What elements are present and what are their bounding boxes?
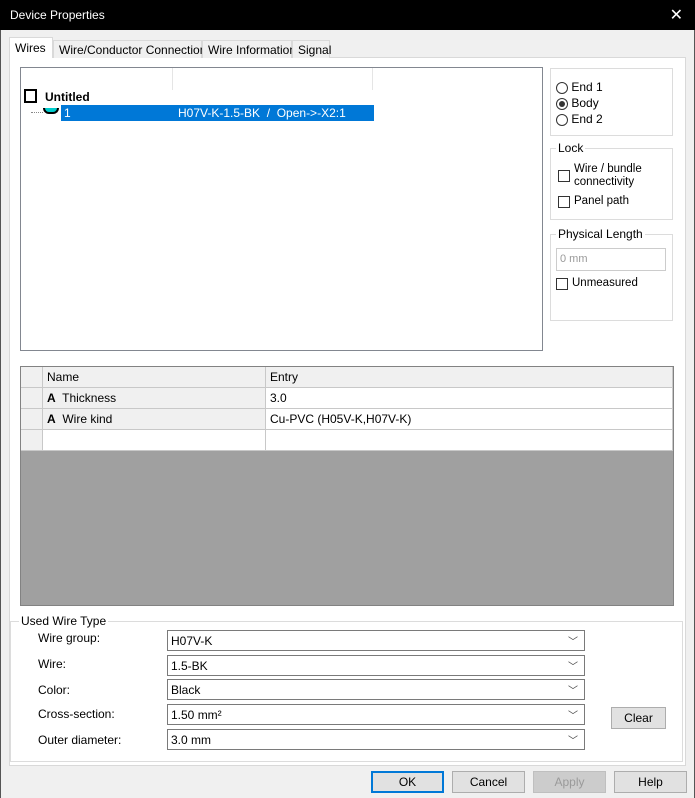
tree-row-selected[interactable]: 1 H07V-K-1.5-BK / Open->-X2:1 <box>61 105 374 121</box>
column-separator[interactable] <box>172 68 173 90</box>
cancel-button[interactable]: Cancel <box>452 771 525 793</box>
chevron-down-icon: ﹀ <box>568 736 578 747</box>
row-header[interactable] <box>21 430 43 451</box>
tree-root[interactable]: Untitled <box>45 90 90 104</box>
row-desc: H07V-K-1.5-BK / Open->-X2:1 <box>178 106 346 120</box>
length-input[interactable]: 0 mm <box>556 248 666 271</box>
grid-empty-cell[interactable] <box>266 430 673 451</box>
wire-group-select[interactable]: H07V-K ﹀ <box>167 630 585 651</box>
grid-empty-cell[interactable] <box>43 430 266 451</box>
tab-wires[interactable]: Wires <box>9 37 53 58</box>
outer-diameter-label: Outer diameter: <box>38 733 122 747</box>
radio-body[interactable]: Body <box>556 96 599 110</box>
lock-title: Lock <box>556 141 586 155</box>
unmeasured-label: Unmeasured <box>572 277 638 289</box>
row-header[interactable] <box>21 409 43 430</box>
wire-group-label: Wire group: <box>38 631 101 645</box>
panel-path-label: Panel path <box>574 195 629 207</box>
physical-length-group: Physical Length 0 mm Unmeasured <box>550 227 673 321</box>
attribute-grid[interactable]: Name Entry A Thickness 3.0 A Wire kind C… <box>20 366 674 606</box>
chevron-down-icon: ﹀ <box>568 662 578 673</box>
chevron-down-icon: ﹀ <box>568 637 578 648</box>
outer-diameter-select[interactable]: 3.0 mm ﹀ <box>167 729 585 750</box>
used-wire-type-title: Used Wire Type <box>19 614 109 628</box>
tree-line <box>31 112 43 113</box>
ok-button[interactable]: OK <box>371 771 444 793</box>
title-bar: Device Properties ✕ <box>0 0 695 30</box>
wire-tree[interactable]: Untitled 1 H07V-K-1.5-BK / Open->-X2:1 <box>20 67 543 351</box>
tab-wire-information[interactable]: Wire Information <box>202 40 296 58</box>
physical-length-title: Physical Length <box>556 227 645 241</box>
header-entry[interactable]: Entry <box>266 367 673 388</box>
color-label: Color: <box>38 683 71 697</box>
panel-path-checkbox[interactable] <box>558 196 570 208</box>
position-group: End 1 Body End 2 <box>550 68 673 136</box>
grid-row-entry[interactable]: 3.0 <box>266 388 673 409</box>
attribute-icon: A <box>47 412 56 426</box>
attribute-icon: A <box>47 391 56 405</box>
cross-section-label: Cross-section: <box>38 707 115 721</box>
radio-end2[interactable]: End 2 <box>556 112 603 126</box>
grid-row-entry[interactable]: Cu-PVC (H05V-K,H07V-K) <box>266 409 673 430</box>
row-header[interactable] <box>21 388 43 409</box>
tab-signal[interactable]: Signal <box>292 40 331 58</box>
wire-icon <box>43 108 59 114</box>
clear-button[interactable]: Clear <box>611 707 666 729</box>
row-id: 1 <box>64 106 71 120</box>
column-separator[interactable] <box>372 68 373 90</box>
tab-wire-conductor-connections[interactable]: Wire/Conductor Connections <box>53 40 212 58</box>
header-name[interactable]: Name <box>43 367 266 388</box>
document-icon <box>24 89 37 103</box>
wire-select[interactable]: 1.5-BK ﹀ <box>167 655 585 676</box>
close-icon[interactable]: ✕ <box>670 5 683 25</box>
color-select[interactable]: Black ﹀ <box>167 679 585 700</box>
wire-bundle-checkbox[interactable] <box>558 170 570 182</box>
chevron-down-icon: ﹀ <box>568 686 578 697</box>
chevron-down-icon: ﹀ <box>568 711 578 722</box>
unmeasured-checkbox[interactable] <box>556 278 568 290</box>
radio-end1[interactable]: End 1 <box>556 80 603 94</box>
help-button[interactable]: Help <box>614 771 687 793</box>
apply-button[interactable]: Apply <box>533 771 606 793</box>
grid-row-name[interactable]: A Wire kind <box>43 409 266 430</box>
grid-row-name[interactable]: A Thickness <box>43 388 266 409</box>
lock-group: Lock Wire / bundle connectivity Panel pat… <box>550 141 673 220</box>
wire-label: Wire: <box>38 657 66 671</box>
cross-section-select[interactable]: 1.50 mm² ﹀ <box>167 704 585 725</box>
window-title: Device Properties <box>10 8 105 22</box>
wire-bundle-label: Wire / bundle connectivity <box>574 163 642 188</box>
